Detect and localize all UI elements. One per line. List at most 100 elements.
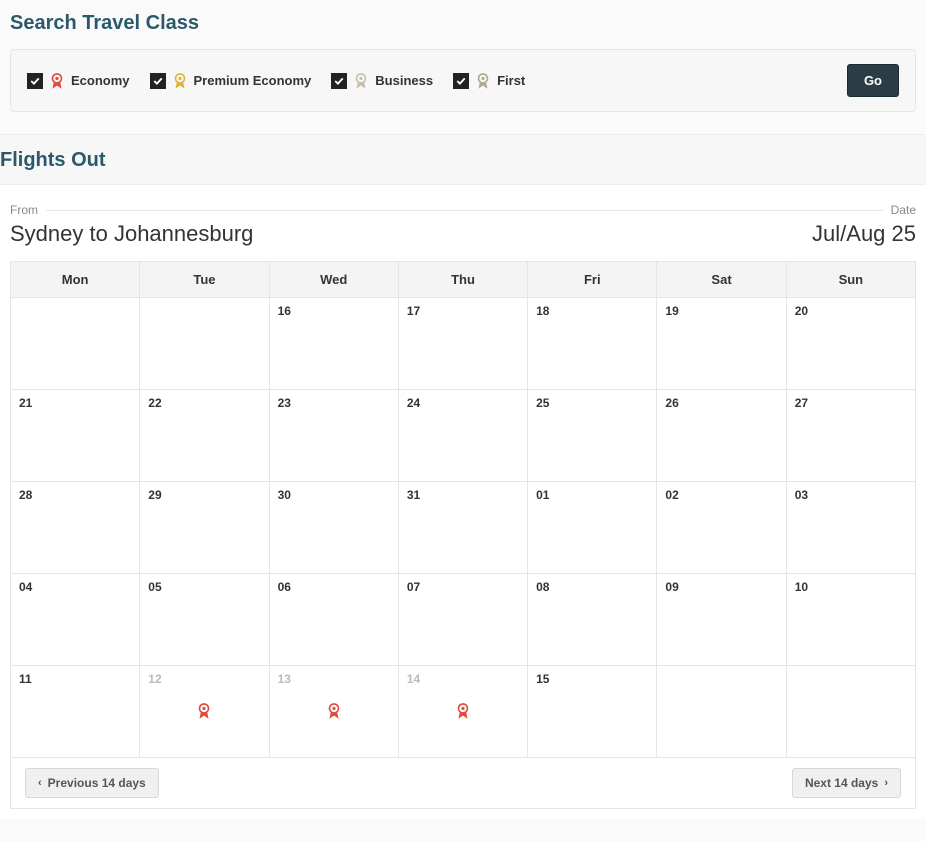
next-days-button[interactable]: Next 14 days › (792, 768, 901, 798)
travel-class-option[interactable]: Economy (27, 72, 130, 90)
calendar-cell[interactable]: 22 (140, 390, 269, 482)
award-ribbon-icon (353, 72, 369, 90)
travel-class-label: First (497, 73, 525, 88)
day-number: 23 (278, 396, 390, 410)
day-number: 05 (148, 580, 260, 594)
day-number: 12 (148, 672, 260, 686)
day-number: 06 (278, 580, 390, 594)
calendar-cell[interactable]: 21 (11, 390, 140, 482)
calendar-cell[interactable]: 25 (528, 390, 657, 482)
chevron-left-icon: ‹ (38, 777, 42, 789)
day-number: 25 (536, 396, 648, 410)
travel-class-label: Premium Economy (194, 73, 312, 88)
day-number: 22 (148, 396, 260, 410)
travel-class-filter: Economy Premium Economy Business First G… (10, 49, 916, 112)
calendar-cell[interactable]: 01 (528, 482, 657, 574)
day-number: 08 (536, 580, 648, 594)
calendar-cell[interactable]: 13 (269, 666, 398, 758)
period-text: Jul/Aug 25 (812, 221, 916, 247)
search-section: Search Travel Class Economy Premium Econ… (0, 0, 926, 124)
calendar-cell[interactable]: 05 (140, 574, 269, 666)
divider-line (46, 210, 883, 211)
calendar-cell[interactable]: 23 (269, 390, 398, 482)
calendar-cell[interactable]: 26 (657, 390, 786, 482)
day-number: 07 (407, 580, 519, 594)
day-number: 19 (665, 304, 777, 318)
calendar-cell[interactable]: 03 (786, 482, 915, 574)
calendar-cell[interactable]: 17 (398, 298, 527, 390)
day-number: 09 (665, 580, 777, 594)
checkbox[interactable] (27, 73, 43, 89)
calendar-row: 11 12 13 14 15 (11, 666, 916, 758)
day-number: 01 (536, 488, 648, 502)
chevron-right-icon: › (884, 777, 888, 789)
calendar-row: 04 05 06 07 08 09 10 (11, 574, 916, 666)
travel-class-option[interactable]: First (453, 72, 525, 90)
calendar-cell[interactable]: 28 (11, 482, 140, 574)
checkbox[interactable] (331, 73, 347, 89)
day-number: 16 (278, 304, 390, 318)
calendar-cell[interactable]: 07 (398, 574, 527, 666)
calendar-cell[interactable]: 18 (528, 298, 657, 390)
weekday-header: Sat (657, 262, 786, 298)
calendar-cell[interactable]: 06 (269, 574, 398, 666)
day-number: 29 (148, 488, 260, 502)
award-ribbon-icon[interactable] (326, 702, 342, 725)
calendar-cell[interactable]: 16 (269, 298, 398, 390)
day-number: 11 (19, 672, 131, 686)
next-label: Next 14 days (805, 776, 878, 790)
award-ribbon-icon[interactable] (196, 702, 212, 725)
calendar-cell[interactable]: 09 (657, 574, 786, 666)
weekday-header: Thu (398, 262, 527, 298)
weekday-header: Sun (786, 262, 915, 298)
calendar-cell[interactable]: 08 (528, 574, 657, 666)
calendar-cell[interactable]: 27 (786, 390, 915, 482)
weekday-header: Wed (269, 262, 398, 298)
day-number: 20 (795, 304, 907, 318)
checkbox[interactable] (453, 73, 469, 89)
award-ribbon-icon (172, 72, 188, 90)
calendar-cell[interactable]: 29 (140, 482, 269, 574)
travel-class-option[interactable]: Business (331, 72, 433, 90)
flights-section: From Date Sydney to Johannesburg Jul/Aug… (0, 185, 926, 819)
calendar-cell[interactable]: 11 (11, 666, 140, 758)
day-number: 02 (665, 488, 777, 502)
calendar-cell[interactable]: 24 (398, 390, 527, 482)
calendar-cell[interactable]: 02 (657, 482, 786, 574)
calendar-cell (140, 298, 269, 390)
calendar-cell[interactable]: 15 (528, 666, 657, 758)
previous-label: Previous 14 days (48, 776, 146, 790)
day-number: 14 (407, 672, 519, 686)
day-number: 13 (278, 672, 390, 686)
calendar-cell[interactable]: 19 (657, 298, 786, 390)
calendar-cell[interactable]: 30 (269, 482, 398, 574)
weekday-header: Tue (140, 262, 269, 298)
checkbox[interactable] (150, 73, 166, 89)
travel-class-option[interactable]: Premium Economy (150, 72, 312, 90)
day-number: 04 (19, 580, 131, 594)
day-number: 28 (19, 488, 131, 502)
calendar-cell[interactable]: 12 (140, 666, 269, 758)
calendar-cell[interactable]: 04 (11, 574, 140, 666)
calendar-cell[interactable]: 14 (398, 666, 527, 758)
day-number: 17 (407, 304, 519, 318)
from-date-divider: From Date (10, 203, 916, 217)
from-label: From (10, 203, 38, 217)
travel-class-label: Economy (71, 73, 130, 88)
calendar-cell[interactable]: 31 (398, 482, 527, 574)
previous-days-button[interactable]: ‹ Previous 14 days (25, 768, 159, 798)
day-number: 10 (795, 580, 907, 594)
day-number: 31 (407, 488, 519, 502)
day-number: 27 (795, 396, 907, 410)
calendar-cell[interactable]: 10 (786, 574, 915, 666)
day-number: 21 (19, 396, 131, 410)
route-row: Sydney to Johannesburg Jul/Aug 25 (10, 221, 916, 247)
calendar-nav: ‹ Previous 14 days Next 14 days › (10, 758, 916, 809)
award-ribbon-icon[interactable] (455, 702, 471, 725)
award-ribbon-icon (475, 72, 491, 90)
go-button[interactable]: Go (847, 64, 899, 97)
route-text: Sydney to Johannesburg (10, 221, 253, 247)
flights-header: Flights Out (0, 134, 926, 185)
travel-class-label: Business (375, 73, 433, 88)
calendar-cell[interactable]: 20 (786, 298, 915, 390)
